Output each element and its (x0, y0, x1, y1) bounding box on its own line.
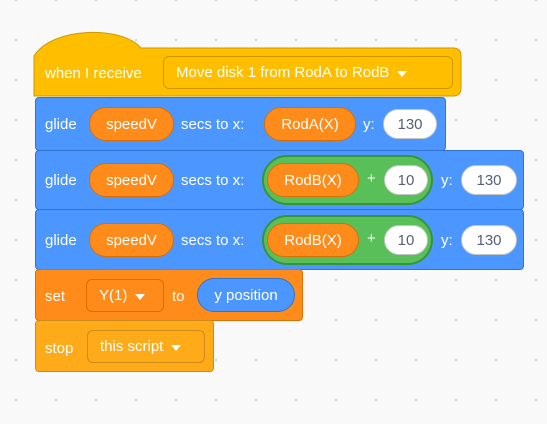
addend-input[interactable]: 10 (384, 225, 428, 255)
speedv-variable-reporter[interactable]: speedV (89, 107, 174, 141)
glide-3-secs-row: secs to x: (181, 230, 244, 250)
message-dropdown-value: Move disk 1 from RodA to RodB (176, 64, 390, 81)
roda-x-label: RodA(X) (281, 115, 339, 133)
speedv-label: speedV (106, 231, 157, 249)
rodb-x-label: RodB(X) (284, 231, 342, 249)
secs-to-x-label: secs to x: (181, 171, 245, 189)
chevron-down-icon (397, 70, 408, 77)
rodb-x-reporter[interactable]: RodB(X) (267, 163, 359, 197)
y-value: 130 (476, 231, 502, 249)
y-value-input[interactable]: 130 (461, 225, 517, 255)
rodb-x-label: RodB(X) (284, 171, 342, 189)
addend-value: 10 (397, 231, 415, 249)
plus-operator-label: + (367, 230, 376, 247)
glide-2-secs-row: secs to x: (181, 170, 244, 190)
y-value-input[interactable]: 130 (383, 109, 437, 139)
glide-label: glide (45, 171, 77, 189)
secs-to-x-label: secs to x: (181, 231, 245, 249)
set-verb-row: set (45, 286, 65, 306)
rodb-x-reporter[interactable]: RodB(X) (267, 223, 359, 257)
glide-3-verb-row: glide (45, 230, 77, 250)
speedv-label: speedV (106, 171, 157, 189)
roda-x-reporter[interactable]: RodA(X) (264, 107, 356, 141)
y-label: y: (441, 171, 453, 189)
y-position-label: y position (214, 286, 278, 304)
y-label: y: (441, 231, 453, 249)
glide-label: glide (45, 115, 77, 133)
set-to-row: to (172, 286, 185, 306)
glide-1-verb-row: glide (45, 114, 77, 134)
y-value: 130 (476, 171, 502, 189)
y-value-input[interactable]: 130 (461, 165, 517, 195)
y-position-reporter[interactable]: y position (197, 278, 295, 312)
set-label: set (45, 287, 66, 305)
variable-dropdown[interactable]: Y(1) (86, 279, 164, 312)
to-label: to (172, 287, 185, 305)
variable-dropdown-value: Y(1) (99, 287, 128, 304)
y-value: 130 (397, 115, 423, 133)
speedv-label: speedV (106, 115, 157, 133)
hat-label-row: when I receive (45, 63, 142, 83)
stop-label: stop (45, 339, 74, 357)
chevron-down-icon (171, 344, 182, 351)
message-dropdown[interactable]: Move disk 1 from RodA to RodB (163, 56, 453, 89)
glide-2-y-row: y: (441, 170, 453, 190)
glide-1-y-row: y: (363, 114, 375, 134)
stop-option-dropdown[interactable]: this script (87, 330, 205, 363)
stop-verb-row: stop (45, 338, 73, 358)
when-i-receive-label: when I receive (45, 64, 142, 82)
chevron-down-icon (135, 293, 146, 300)
speedv-variable-reporter[interactable]: speedV (89, 223, 174, 257)
addend-input[interactable]: 10 (384, 165, 428, 195)
plus-operator-label: + (367, 170, 376, 187)
addend-value: 10 (397, 171, 415, 189)
stop-option-value: this script (100, 338, 164, 355)
speedv-variable-reporter[interactable]: speedV (89, 163, 174, 197)
glide-3-y-row: y: (441, 230, 453, 250)
glide-1-secs-row: secs to x: (181, 114, 244, 134)
glide-2-verb-row: glide (45, 170, 77, 190)
y-label: y: (363, 115, 375, 133)
secs-to-x-label: secs to x: (181, 115, 245, 133)
glide-label: glide (45, 231, 77, 249)
